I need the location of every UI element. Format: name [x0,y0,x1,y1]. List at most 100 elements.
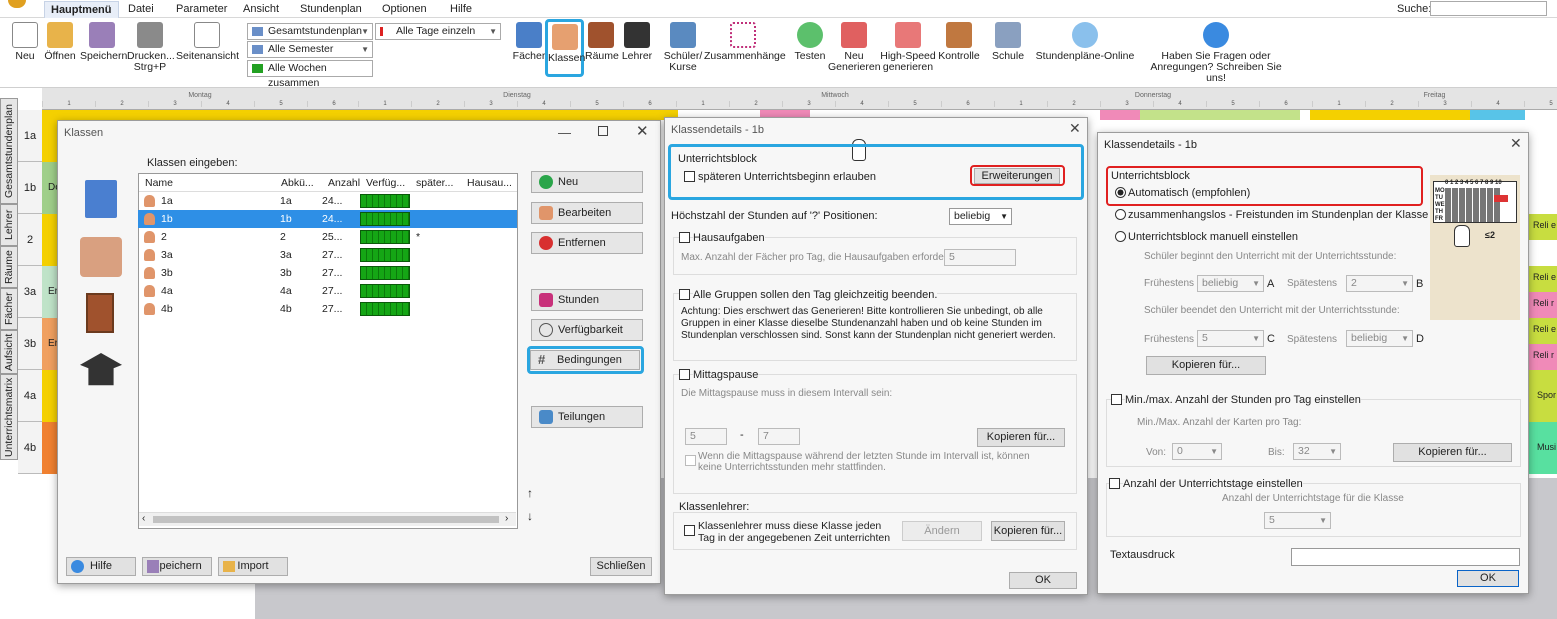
menu-datei[interactable]: Datei [128,3,154,15]
extensions-button[interactable]: Erweiterungen [974,168,1060,184]
app-logo-icon[interactable] [8,0,26,8]
lunch-checkbox[interactable] [679,369,690,380]
menu-ansicht[interactable]: Ansicht [243,3,279,15]
lesson-cell[interactable]: Er [42,318,58,370]
menu-hauptmenue[interactable]: Hauptmenü [44,1,119,18]
lesson-cell[interactable] [1100,110,1140,120]
minmax-checkbox[interactable] [1111,394,1122,405]
lesson-cell[interactable] [358,110,678,120]
radio-unconnected[interactable] [1115,209,1126,220]
lesson-cell[interactable]: Spor [1528,370,1557,422]
lesson-cell[interactable] [42,110,58,162]
new-button[interactable]: Neu [10,22,40,62]
help-button[interactable]: Hilfe [66,557,136,576]
minimize-icon[interactable]: — [558,125,571,140]
conditions-button[interactable]: # Bedingungen [530,350,640,370]
table-row[interactable]: 4a 4a 27... [138,282,517,300]
table-row[interactable]: 2 2 25... * [138,228,517,246]
lesson-cell[interactable]: Reli r [1528,292,1557,318]
close-icon[interactable]: ✕ [636,122,649,140]
lesson-cell[interactable]: Musi [1528,422,1557,474]
tab-faecher[interactable]: Fächer [0,288,18,330]
scroll-thumb[interactable] [153,516,499,523]
days-count-checkbox[interactable] [1109,478,1120,489]
arrow-down-icon[interactable]: ↓ [527,509,533,523]
lesson-cell[interactable]: Reli e [1528,318,1557,344]
days-select[interactable]: Alle Tage einzeln ▼ [375,23,501,40]
students-courses-button[interactable]: Schüler/Kurse [663,22,703,73]
lesson-cell[interactable] [1140,110,1300,120]
text-print-input[interactable] [1291,548,1520,566]
weeks-select[interactable]: Alle Wochen zusammen [247,60,373,89]
lesson-cell[interactable]: Reli r [1528,344,1557,370]
availability-button[interactable]: Verfügbarkeit [531,319,643,341]
radio-auto[interactable] [1115,187,1126,198]
menu-hilfe[interactable]: Hilfe [450,3,472,15]
latest-select-1[interactable]: 2 ▼ [1346,275,1413,292]
close-icon[interactable]: ✕ [1069,120,1081,137]
import-button[interactable]: Import [218,557,288,576]
relations-button[interactable]: Zusammenhänge [704,22,786,62]
open-button[interactable]: Öffnen [44,22,76,62]
splits-button[interactable]: Teilungen [531,406,643,428]
max-hours-select[interactable]: beliebig ▼ [949,208,1012,225]
close-icon[interactable]: ✕ [1510,135,1522,152]
scroll-left-icon[interactable]: ‹ [142,513,145,524]
lesson-cell[interactable]: Reli e [1528,266,1557,292]
tab-unterrichtsmatrix[interactable]: Unterrichtsmatrix [0,374,18,460]
lunch-last-hour-checkbox[interactable] [685,455,696,466]
earliest-select-1[interactable]: beliebig ▼ [1197,275,1264,292]
homework-checkbox[interactable] [679,232,690,243]
col-hausaufgaben[interactable]: Hausau... [467,174,512,192]
lesson-cell[interactable] [1310,110,1470,120]
lesson-cell[interactable] [42,422,58,474]
lesson-cell[interactable]: Reli e [1528,214,1557,240]
classes-button[interactable]: Klassen [545,19,585,77]
semester-select[interactable]: Alle Semester ▼ [247,41,373,58]
class-teacher-copy-button[interactable]: Kopieren für... [991,521,1065,541]
ok-button[interactable]: OK [1009,572,1077,589]
online-button[interactable]: Stundenpläne-Online [1035,22,1135,62]
col-abk[interactable]: Abkü... [281,174,314,192]
menu-optionen[interactable]: Optionen [382,3,427,15]
lesson-cell[interactable] [42,370,58,422]
lesson-cell[interactable] [58,110,358,120]
tab-gesamtstundenplan[interactable]: Gesamtstundenplan [0,98,18,204]
search-input[interactable] [1430,1,1547,16]
print-button[interactable]: Drucken... Strg+P [127,22,175,73]
ok-button[interactable]: OK [1457,570,1519,587]
lesson-cell[interactable] [42,214,58,266]
graduation-cap-icon[interactable] [80,353,122,386]
scroll-right-icon[interactable]: › [505,513,508,524]
teachers-button[interactable]: Lehrer [620,22,654,62]
table-row[interactable]: 3a 3a 27... [138,246,517,264]
edit-class-button[interactable]: Bearbeiten [531,202,643,224]
class-people-icon[interactable] [80,237,122,277]
lunch-from-input[interactable]: 5 [685,428,727,445]
lesson-cell[interactable]: De [42,162,61,214]
tab-lehrer[interactable]: Lehrer [0,204,18,246]
door-icon[interactable] [86,293,114,333]
lesson-cell[interactable]: Er [42,266,58,318]
maximize-icon[interactable] [598,126,608,136]
rooms-button[interactable]: Räume [585,22,619,62]
school-button[interactable]: Schule [990,22,1026,62]
table-row[interactable]: 4b 4b 27... [138,300,517,318]
table-row[interactable]: 3b 3b 27... [138,264,517,282]
from-select[interactable]: 0 ▼ [1172,443,1222,460]
col-verfuegbarkeit[interactable]: Verfüg... [366,174,405,192]
tab-aufsicht[interactable]: Aufsicht [0,330,18,374]
page-preview-button[interactable]: Seitenansicht [176,22,239,62]
generate-button[interactable]: Neu Generieren [828,22,881,73]
close-button[interactable]: Schließen [590,557,652,576]
minmax-copy-button[interactable]: Kopieren für... [1393,443,1512,462]
tab-raeume[interactable]: Räume [0,246,18,288]
groups-checkbox[interactable] [679,289,690,300]
earliest-select-2[interactable]: 5 ▼ [1197,330,1264,347]
book-icon[interactable] [85,180,117,218]
save-button[interactable]: Speichern [80,22,127,62]
col-anzahl[interactable]: Anzahl [328,174,360,192]
test-button[interactable]: Testen [793,22,827,62]
horizontal-scrollbar[interactable]: ‹ › [139,512,516,526]
homework-input[interactable]: 5 [944,249,1016,266]
